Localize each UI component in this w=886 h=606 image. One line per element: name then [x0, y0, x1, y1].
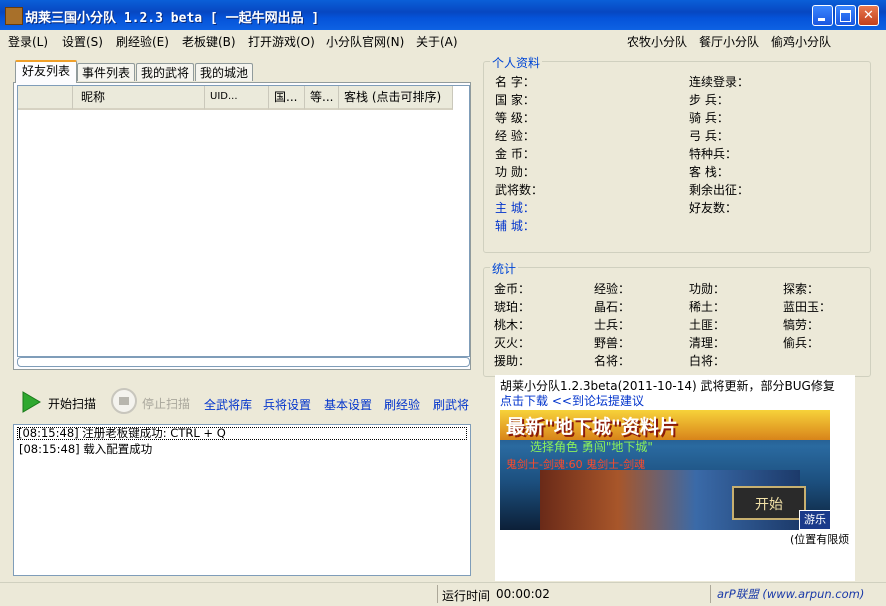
ad-banner[interactable]: 最新"地下城"资料片 选择角色 勇闯"地下城" 鬼剑士-剑魂:60 鬼剑士-剑魂…	[500, 410, 830, 530]
play-icon	[22, 391, 41, 413]
profile-group	[483, 61, 871, 253]
link-farm-squad[interactable]: 农牧小分队	[627, 33, 687, 50]
stats-group-title: 统计	[490, 260, 519, 277]
tab-my-cities[interactable]: 我的城池	[195, 63, 253, 81]
menu-open-game[interactable]: 打开游戏(O)	[248, 33, 315, 50]
stat-label: 桃木：	[494, 318, 531, 332]
menu-official-site[interactable]: 小分队官网(N)	[326, 33, 404, 50]
close-button[interactable]: ✕	[858, 5, 879, 26]
stat-label: 功勋：	[689, 282, 726, 296]
tab-events[interactable]: 事件列表	[77, 63, 135, 81]
stat-label: 稀土：	[689, 300, 726, 314]
profile-main-city-label[interactable]: 主 城：	[495, 199, 535, 216]
stat-label: 名将：	[594, 354, 631, 368]
forum-link[interactable]: <<到论坛提建议	[552, 394, 644, 408]
banner-headline: 最新"地下城"资料片	[506, 416, 678, 438]
stat-label: 晶石：	[594, 300, 631, 314]
maximize-icon	[840, 10, 851, 22]
column-header-blank[interactable]	[18, 86, 73, 110]
menu-login[interactable]: 登录(L)	[8, 33, 48, 50]
start-scan-label[interactable]: 开始扫描	[48, 395, 96, 412]
banner-note: (位置有限烦	[790, 533, 850, 546]
link-steal-squad[interactable]: 偷鸡小分队	[771, 33, 831, 50]
stop-scan-button[interactable]	[110, 387, 138, 415]
link-grind-exp[interactable]: 刷经验	[384, 396, 420, 413]
column-header-level[interactable]: 等...	[305, 86, 339, 110]
horizontal-scrollbar[interactable]	[17, 357, 470, 367]
status-divider	[710, 585, 711, 603]
link-all-generals[interactable]: 全武将库	[204, 396, 252, 413]
profile-level-label: 等 级：	[495, 111, 535, 125]
profile-remaining-label: 剩余出征：	[689, 183, 750, 197]
stat-label: 野兽：	[594, 336, 631, 350]
link-basic-settings[interactable]: 基本设置	[324, 396, 372, 413]
profile-cavalry-label: 骑 兵：	[689, 111, 729, 125]
news-text: 胡莱小分队1.2.3beta(2011-10-14) 武将更新，部分BUG修复	[500, 379, 835, 393]
stat-label: 偷兵：	[783, 336, 820, 350]
column-header-nickname[interactable]: 昵称	[73, 86, 205, 110]
profile-merit-label: 功 勋：	[495, 165, 535, 179]
download-link[interactable]: 点击下载	[500, 394, 548, 408]
stat-label: 土匪：	[689, 318, 726, 332]
profile-infantry-label: 步 兵：	[689, 93, 729, 107]
link-restaurant-squad[interactable]: 餐厅小分队	[699, 33, 759, 50]
profile-login-streak-label: 连续登录：	[689, 75, 750, 89]
maximize-button[interactable]	[835, 5, 856, 26]
profile-name-label: 名 字：	[495, 75, 535, 89]
menu-settings[interactable]: 设置(S)	[62, 33, 103, 50]
stop-icon	[111, 388, 137, 414]
profile-generals-label: 武将数：	[495, 183, 544, 197]
app-icon	[5, 7, 23, 25]
stat-label: 士兵：	[594, 318, 631, 332]
friends-list[interactable]: 昵称 UID... 国... 等... 客栈 (点击可排序)	[17, 85, 470, 357]
stat-label: 援助：	[494, 354, 531, 368]
profile-special-label: 特种兵：	[689, 147, 738, 161]
stat-label: 蓝田玉：	[783, 300, 832, 314]
menu-boss-key[interactable]: 老板键(B)	[182, 33, 236, 50]
tab-friends[interactable]: 好友列表	[15, 60, 77, 83]
window-title: 胡莱三国小分队 1.2.3 beta [ 一起牛网出品 ]	[25, 11, 320, 26]
menu-about[interactable]: 关于(A)	[416, 33, 458, 50]
log-line: [08:15:48] 载入配置成功	[19, 442, 153, 456]
stat-label: 探索：	[783, 282, 820, 296]
runtime-value: 00:00:02	[496, 587, 550, 601]
stat-label: 灭火：	[494, 336, 531, 350]
start-scan-button[interactable]	[20, 390, 42, 414]
log-box[interactable]: [08:15:48] 注册老板键成功: CTRL + Q [08:15:48] …	[13, 424, 471, 576]
stat-label: 清理：	[689, 336, 726, 350]
stat-label: 琥珀：	[494, 300, 531, 314]
profile-friends-label: 好友数：	[689, 201, 738, 215]
tab-my-generals[interactable]: 我的武将	[136, 63, 194, 81]
profile-inn-label: 客 栈：	[689, 165, 729, 179]
profile-sub-city-label[interactable]: 辅 城：	[495, 217, 535, 234]
column-header-country[interactable]: 国...	[269, 86, 305, 110]
title-bar: 胡莱三国小分队 1.2.3 beta [ 一起牛网出品 ] ✕	[0, 0, 886, 30]
profile-country-label: 国 家：	[495, 93, 535, 107]
link-troop-settings[interactable]: 兵将设置	[263, 396, 311, 413]
profile-gold-label: 金 币：	[495, 147, 535, 161]
runtime-label: 运行时间	[442, 589, 491, 603]
banner-subline: 选择角色 勇闯"地下城"	[530, 440, 653, 454]
stop-scan-label: 停止扫描	[142, 397, 191, 411]
banner-start-button[interactable]: 开始	[732, 486, 806, 520]
close-icon: ✕	[863, 8, 874, 23]
profile-group-title: 个人资料	[490, 54, 543, 71]
stat-label: 金币：	[494, 282, 531, 296]
status-divider	[437, 585, 438, 603]
profile-archer-label: 弓 兵：	[689, 129, 729, 143]
stat-label: 经验：	[594, 282, 631, 296]
news-text-block: 胡莱小分队1.2.3beta(2011-10-14) 武将更新，部分BUG修复 …	[500, 379, 850, 409]
log-line: [08:15:48] 注册老板键成功: CTRL + Q	[17, 427, 467, 440]
stat-label: 犒劳：	[783, 318, 820, 332]
footer-brand: arP联盟 (www.arpun.com)	[717, 587, 865, 601]
column-header-inn[interactable]: 客栈 (点击可排序)	[339, 86, 453, 110]
banner-tag: 游乐	[799, 510, 831, 530]
profile-exp-label: 经 验：	[495, 129, 535, 143]
column-header-uid[interactable]: UID...	[205, 86, 269, 110]
link-grind-generals[interactable]: 刷武将	[433, 396, 469, 413]
menu-grind-exp[interactable]: 刷经验(E)	[116, 33, 169, 50]
stat-label: 白将：	[689, 354, 726, 368]
minimize-button[interactable]	[812, 5, 833, 26]
minimize-icon	[818, 18, 825, 21]
